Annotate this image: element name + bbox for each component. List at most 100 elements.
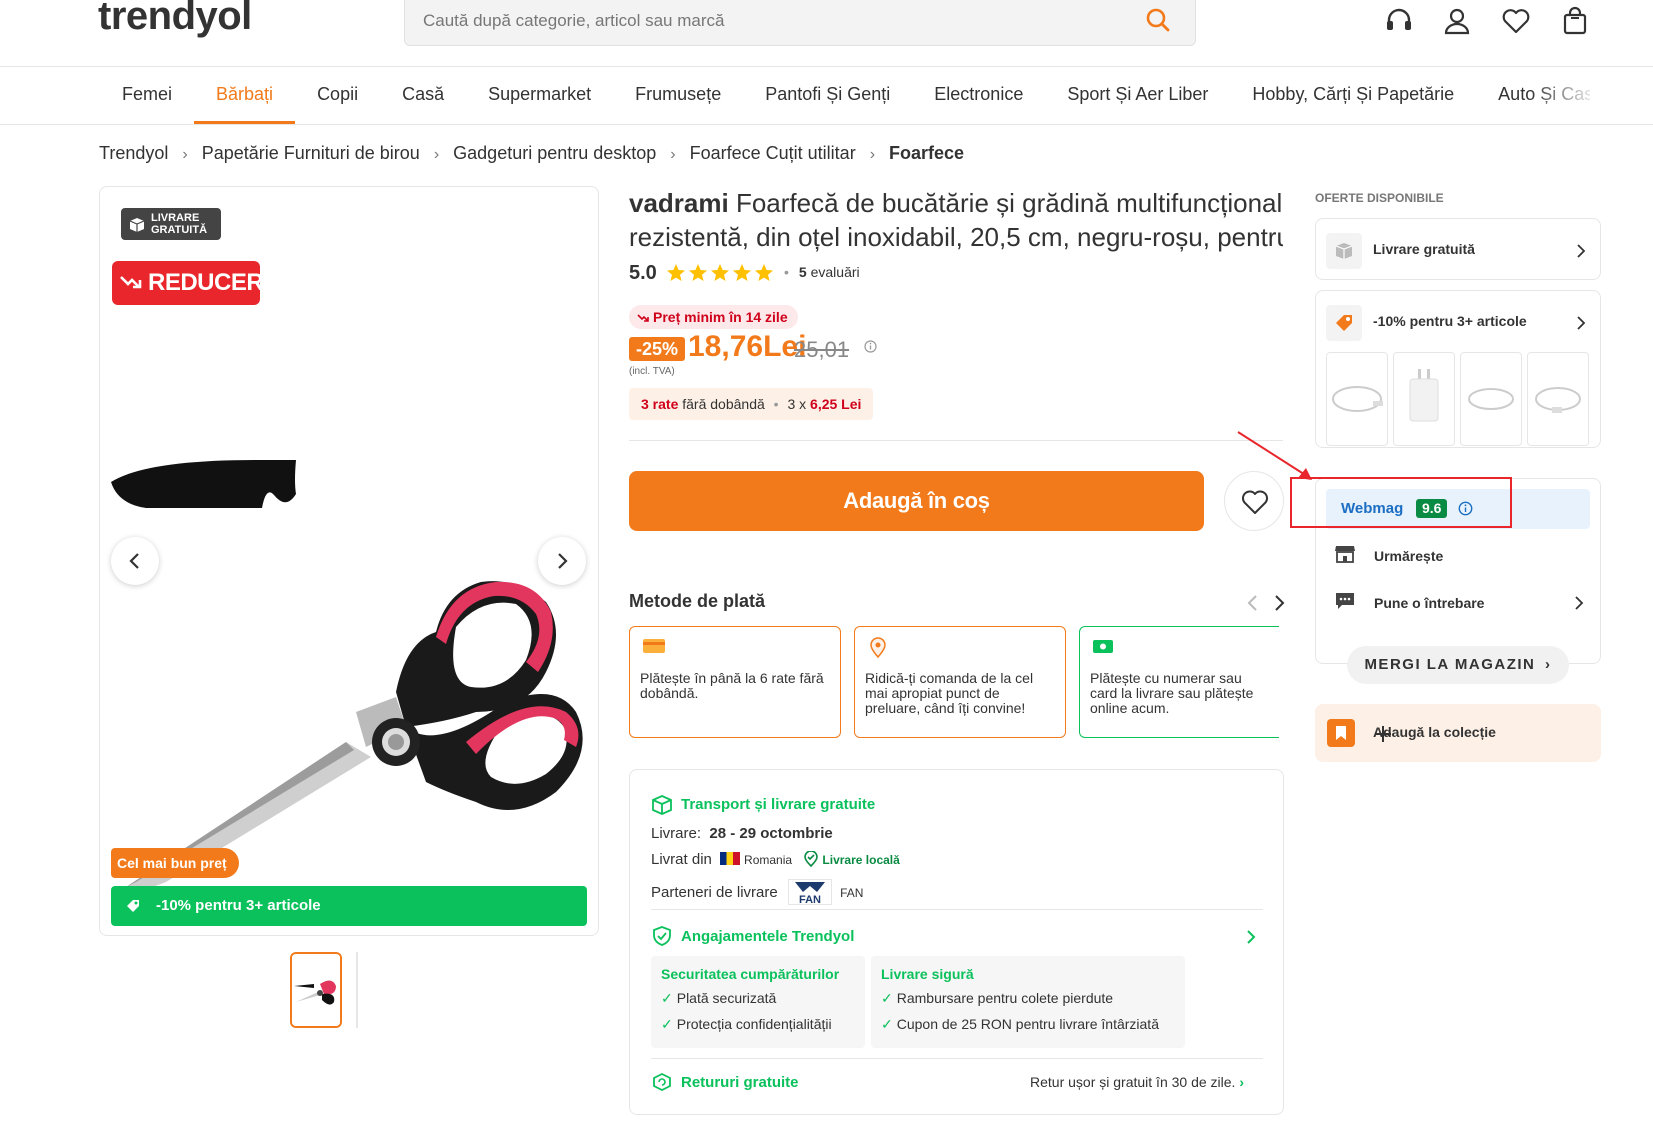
nav-fade (1530, 68, 1600, 122)
search-input[interactable] (423, 3, 1123, 39)
free-badge-line1: LIVRARE (151, 212, 200, 224)
chevron-right-icon (1574, 595, 1584, 611)
return-box-icon (653, 1072, 671, 1092)
nav-femei[interactable]: Femei (100, 68, 194, 124)
gallery-prev-button[interactable] (111, 537, 159, 585)
nav-hobby[interactable]: Hobby, Cărți Și Papetărie (1230, 68, 1476, 124)
store-icon (1334, 544, 1356, 564)
thumbnail[interactable] (290, 952, 342, 1028)
tag-icon (125, 898, 141, 914)
plus-icon (1373, 724, 1589, 744)
check-icon: ✓ (881, 1016, 893, 1032)
annotation-highlight-box (1290, 477, 1512, 528)
cash-icon (1092, 637, 1114, 655)
search-icon[interactable] (1145, 7, 1171, 33)
breadcrumb-item[interactable]: Foarfece Cuțit utilitar (690, 143, 856, 164)
safe-delivery-box: Livrare sigură ✓ Rambursare pentru colete… (871, 956, 1185, 1048)
breadcrumb-item[interactable]: Papetărie Furnituri de birou (202, 143, 420, 164)
current-price: 18,76Lei (688, 330, 807, 363)
shield-check-icon (653, 926, 671, 946)
lowest-price-badge: Preț minim în 14 zile (629, 305, 798, 329)
vat-note: (incl. TVA) (629, 366, 675, 377)
payment-methods-title: Metode de plată (629, 591, 766, 611)
divider (651, 909, 1263, 910)
trendyol-commitments[interactable]: Angajamentele Trendyol (651, 925, 854, 947)
sale-badge-label: REDUCERI (148, 269, 270, 296)
title-line-1: Foarfecă de bucătărie și grădină multifu… (735, 188, 1283, 218)
divider (651, 1058, 1263, 1059)
product-title: vadrami Foarfecă de bucătărie și grădină… (629, 186, 1283, 254)
divider (629, 440, 1283, 441)
go-to-store-button[interactable]: MERGI LA MAGAZIN › (1347, 646, 1569, 684)
breadcrumb-item[interactable]: Trendyol (99, 143, 168, 164)
chevron-right-icon: › (869, 146, 876, 163)
free-returns: Retururi gratuite (651, 1071, 799, 1093)
chat-icon (1334, 591, 1356, 611)
location-check-icon (804, 851, 819, 868)
follow-seller-button[interactable]: Urmărește (1326, 536, 1590, 576)
svg-text:FAN: FAN (799, 894, 821, 904)
delivery-date: Livrare: 28 - 29 octombrie (651, 825, 833, 842)
box-icon (1326, 233, 1362, 269)
nav-sport[interactable]: Sport Și Aer Liber (1045, 68, 1230, 124)
installments-badge[interactable]: 3 rate fără dobândă • 3 x 6,25 Lei (629, 388, 874, 420)
nav-supermarket[interactable]: Supermarket (466, 68, 613, 124)
account-icon[interactable] (1442, 6, 1472, 36)
chevron-right-icon: › (433, 146, 440, 163)
check-icon: ✓ (661, 1016, 673, 1032)
category-nav: Femei Bărbați Copii Casă Supermarket Frumuseț… (100, 68, 1590, 124)
nav-barbati[interactable]: Bărbați (194, 68, 296, 124)
free-delivery-offer[interactable]: Livrare gratuită (1315, 218, 1601, 280)
nav-pantofi-genti[interactable]: Pantofi Și Genți (743, 68, 912, 124)
breadcrumb-item[interactable]: Gadgeturi pentru desktop (453, 143, 656, 164)
chevron-left-icon[interactable] (1246, 594, 1260, 612)
free-delivery-badge: LIVRARE GRATUITĂ (121, 208, 221, 240)
nav-frumusete[interactable]: Frumusețe (613, 68, 743, 124)
payment-method-card[interactable]: Plătește în până la 6 rate fără dobândă. (629, 626, 841, 738)
brand-link[interactable]: vadrami (629, 188, 729, 218)
chevron-right-icon (1576, 315, 1586, 331)
nav-divider (0, 124, 1653, 125)
nav-copii[interactable]: Copii (295, 68, 380, 124)
shipping-info-box: Transport și livrare gratuite Livrare: 2… (629, 769, 1284, 1115)
purchase-security-box: Securitatea cumpărăturilor ✓ Plată securi… (651, 956, 865, 1048)
product-image[interactable] (106, 382, 596, 892)
shipped-from: Livrat din Romania Livrare locală (651, 851, 900, 868)
add-to-cart-button[interactable]: Adaugă în coș (629, 471, 1204, 531)
chevron-right-icon[interactable] (1272, 594, 1286, 612)
chevron-right-icon (1576, 243, 1586, 259)
add-to-collection-button[interactable]: Adaugă la colecție (1315, 704, 1601, 762)
tag-icon (1326, 305, 1362, 341)
review-count-link[interactable]: • 5 evaluări (784, 264, 860, 280)
nav-casa[interactable]: Casă (380, 68, 466, 124)
promo-banner[interactable]: -10% pentru 3+ articole (111, 886, 587, 926)
bundle-discount-offer[interactable]: -10% pentru 3+ articole (1315, 290, 1601, 448)
chevron-right-icon: › (670, 146, 676, 163)
cart-icon[interactable] (1560, 6, 1590, 36)
free-badge-line2: GRATUITĂ (151, 224, 208, 236)
payment-method-card[interactable]: Plătește cu numerar sau card la livrare … (1079, 626, 1279, 738)
check-icon: ✓ (881, 990, 893, 1006)
breadcrumb: Trendyol › Papetărie Furnituri de birou › Ga… (99, 143, 964, 164)
gallery-next-button[interactable] (538, 537, 586, 585)
romania-flag-icon (720, 852, 741, 865)
chevron-right-icon: › (182, 146, 188, 163)
info-icon[interactable] (864, 340, 877, 353)
bundle-product-thumbnail[interactable] (1460, 352, 1522, 446)
bundle-product-thumbnail[interactable] (1527, 352, 1589, 446)
delivery-partners: Parteneri de livrare FAN FAN (651, 879, 863, 905)
bundle-product-thumbnail[interactable] (1393, 352, 1455, 446)
payment-method-card[interactable]: Ridică-ți comanda de la cel mai apropiat… (854, 626, 1066, 738)
favorites-icon[interactable] (1501, 6, 1531, 36)
nav-electronice[interactable]: Electronice (912, 68, 1045, 124)
returns-info-link[interactable]: Retur ușor și gratuit în 30 de zile. › (1030, 1074, 1244, 1090)
header-divider (0, 66, 1653, 67)
local-delivery-label: Livrare locală (822, 853, 900, 867)
rating-stars[interactable] (666, 263, 776, 283)
box-icon (129, 217, 145, 233)
bundle-product-thumbnail[interactable] (1326, 352, 1388, 446)
trendyol-logo[interactable]: trendyol (98, 0, 252, 39)
chevron-right-icon[interactable] (1245, 929, 1257, 945)
ask-question-button[interactable]: Pune o întrebare (1326, 583, 1590, 623)
headset-icon[interactable] (1384, 6, 1414, 36)
